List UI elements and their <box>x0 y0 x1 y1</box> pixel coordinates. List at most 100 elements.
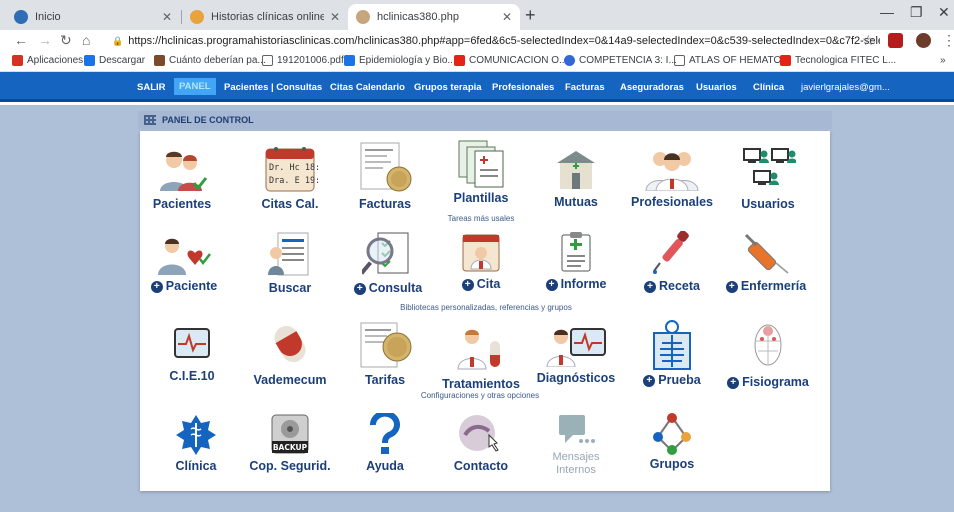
calendar-icon: Dr. Hc 18:30 Dra. E 19:15 <box>265 147 318 192</box>
plus-icon: + <box>353 283 366 295</box>
back-icon[interactable]: ← <box>14 32 28 48</box>
site-icon <box>564 55 575 66</box>
tile-label: Grupos <box>649 457 695 471</box>
tile-nueva-receta[interactable]: + Receta <box>624 231 720 293</box>
tile-label: + Fisiograma <box>720 375 816 389</box>
browser-tab-strip: Inicio ✕ Historias clínicas online. Prog… <box>0 0 954 30</box>
page-icon <box>154 55 165 66</box>
bookmark-descargar[interactable]: Descargar <box>84 55 145 66</box>
bookmark-star-icon[interactable]: ☆ <box>862 32 875 49</box>
tile-label: Contacto <box>453 459 509 473</box>
treatment-icon <box>457 329 500 370</box>
profile-avatar[interactable] <box>916 33 931 48</box>
close-tab-icon[interactable]: ✕ <box>162 10 172 24</box>
tile-label: Facturas <box>358 197 412 211</box>
tile-profesionales[interactable]: Profesionales <box>624 145 720 209</box>
tile-buscar[interactable]: Buscar <box>242 229 338 295</box>
tile-tarifas[interactable]: Tarifas <box>337 321 433 387</box>
restore-icon[interactable]: ❐ <box>910 4 923 21</box>
tile-mutuas[interactable]: Mutuas <box>528 147 624 209</box>
new-tab-button[interactable]: + <box>525 5 536 26</box>
nav-grupos-terapia[interactable]: Grupos terapia <box>414 82 482 93</box>
tile-label: Diagnósticos <box>536 371 616 385</box>
xray-icon <box>653 320 691 370</box>
tile-plantillas[interactable]: Plantillas <box>433 137 529 205</box>
home-icon[interactable]: ⌂ <box>82 32 90 48</box>
tile-label: Ayuda <box>366 459 404 473</box>
tile-nueva-enfermeria[interactable]: + Enfermería <box>718 229 814 293</box>
forward-icon[interactable]: → <box>38 32 52 48</box>
nav-panel[interactable]: PANEL <box>174 78 216 95</box>
tile-tratamientos[interactable]: Tratamientos <box>433 325 529 391</box>
tile-vademecum[interactable]: Vademecum <box>242 323 338 387</box>
tile-usuarios[interactable]: Usuarios <box>720 145 816 211</box>
close-tab-icon[interactable]: ✕ <box>502 10 512 24</box>
nav-citas-calendario[interactable]: Citas Calendario <box>330 82 405 93</box>
bookmark-apps[interactable]: Aplicaciones <box>12 55 83 66</box>
minimize-icon[interactable]: — <box>880 4 894 20</box>
calendar-line-1: Dr. Hc 18:30 <box>269 163 318 173</box>
tile-grupos[interactable]: Grupos <box>624 411 720 471</box>
nav-aseguradoras[interactable]: Aseguradoras <box>620 82 684 93</box>
professionals-icon <box>645 152 699 191</box>
user-account[interactable]: javierlgrajales@gm... <box>801 82 890 93</box>
document-icon <box>262 55 273 66</box>
browser-tab-hclinicas[interactable]: hclinicas380.php ✕ <box>348 4 520 30</box>
bookmark-pdf[interactable]: 191201006.pdf <box>262 55 344 66</box>
tile-nueva-cita[interactable]: + Cita <box>433 231 529 291</box>
tile-nuevo-informe[interactable]: + Informe <box>528 231 624 291</box>
tile-diagnosticos[interactable]: Diagnósticos <box>528 323 624 385</box>
close-tab-icon[interactable]: ✕ <box>330 10 340 24</box>
reload-icon[interactable]: ↻ <box>60 32 72 49</box>
app-navbar: SALIR PANEL Pacientes | Consultas Citas … <box>0 72 954 102</box>
bookmark-cuanto[interactable]: Cuánto deberían pa... <box>154 55 266 66</box>
nav-pacientes-consultas[interactable]: Pacientes | Consultas <box>224 82 322 93</box>
consultation-icon <box>362 232 409 275</box>
browser-tab-historias[interactable]: Historias clínicas online. Program ✕ <box>182 4 348 30</box>
tile-citas-cal[interactable]: Dr. Hc 18:30 Dra. E 19:15 Citas Cal. <box>242 145 338 211</box>
backup-icon: BACKUP <box>271 414 309 454</box>
address-bar[interactable]: 🔒 https://hclinicas.programahistoriascli… <box>112 32 880 50</box>
tile-facturas[interactable]: Facturas <box>337 139 433 211</box>
nav-clinica[interactable]: Clínica <box>753 82 784 93</box>
tile-label: + Enfermería <box>718 279 814 293</box>
appointment-icon <box>462 234 500 272</box>
browser-tab-inicio[interactable]: Inicio ✕ <box>6 4 180 30</box>
tile-label: Pacientes <box>152 197 212 211</box>
tile-nuevo-fisiograma[interactable]: + Fisiograma <box>720 321 816 389</box>
nav-salir[interactable]: SALIR <box>137 82 166 93</box>
bookmark-competencia[interactable]: COMPETENCIA 3: I... <box>564 55 677 66</box>
menu-icon[interactable]: ⋮ <box>942 32 954 49</box>
site-favicon-icon <box>356 10 370 24</box>
tile-ayuda[interactable]: Ayuda <box>337 413 433 473</box>
row1-subtitle: Tareas más usales <box>447 214 515 223</box>
nav-usuarios[interactable]: Usuarios <box>696 82 737 93</box>
plus-icon: + <box>545 279 558 291</box>
tab-title: Historias clínicas online. Program <box>211 11 324 23</box>
tile-mensajes-internos[interactable]: Mensajes Internos <box>528 411 624 477</box>
more-bookmarks-button[interactable]: » <box>940 55 946 66</box>
tile-label: + Prueba <box>624 373 720 387</box>
bookmark-comunicacion[interactable]: COMUNICACION O... <box>454 55 567 66</box>
pdf-extension-icon[interactable] <box>888 33 903 48</box>
bookmark-epidemiologia[interactable]: Epidemiología y Bio... <box>344 55 456 66</box>
url-text: https://hclinicas.programahistoriasclini… <box>128 35 880 47</box>
nav-profesionales[interactable]: Profesionales <box>492 82 554 93</box>
tile-copia-seguridad[interactable]: BACKUP Cop. Segurid. <box>242 413 338 473</box>
tile-pacientes[interactable]: Pacientes <box>134 147 230 211</box>
tile-cie10[interactable]: C.I.E.10 <box>144 327 240 383</box>
tile-nueva-consulta[interactable]: + Consulta <box>340 229 436 295</box>
bookmark-tecnologica[interactable]: Tecnologica FITEC L... <box>780 55 896 66</box>
tile-nuevo-paciente[interactable]: + Paciente <box>136 235 232 293</box>
bookmark-atlas[interactable]: ATLAS OF HEMATO... <box>674 55 790 66</box>
nav-facturas[interactable]: Facturas <box>565 82 605 93</box>
tile-contacto[interactable]: Contacto <box>433 413 529 473</box>
hospital-icon <box>557 151 595 189</box>
tile-label: Plantillas <box>453 191 509 205</box>
tile-label: + Receta <box>624 279 720 293</box>
pill-icon <box>274 325 306 363</box>
close-window-icon[interactable]: ✕ <box>938 4 950 21</box>
panel-header: PANEL DE CONTROL <box>138 111 832 129</box>
tile-clinica[interactable]: Clínica <box>148 413 244 473</box>
tile-nueva-prueba[interactable]: + Prueba <box>624 319 720 387</box>
